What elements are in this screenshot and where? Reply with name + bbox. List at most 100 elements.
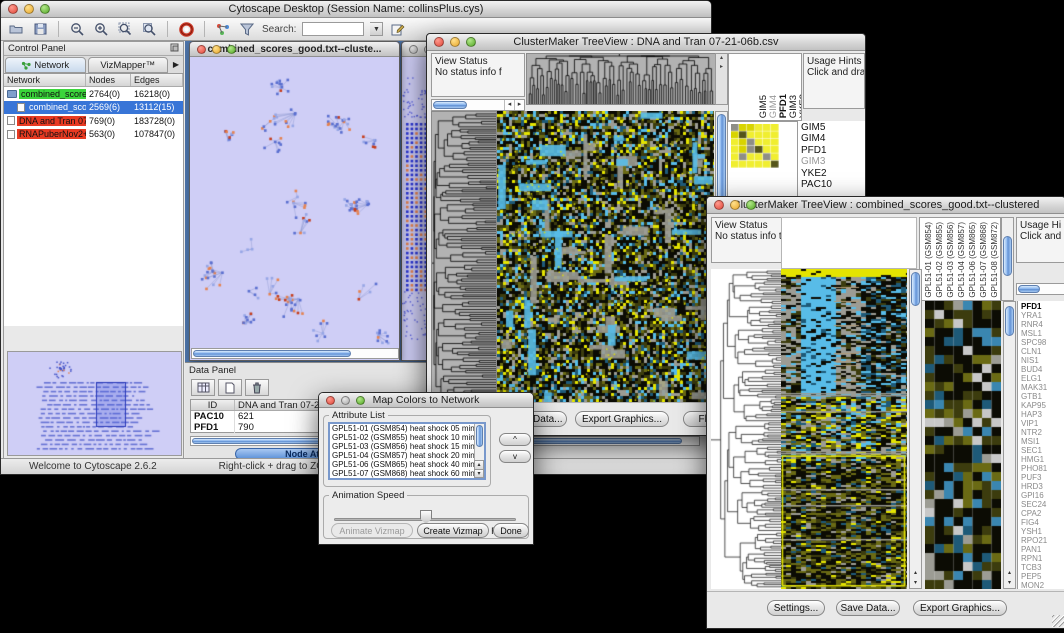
- open-icon[interactable]: [7, 21, 25, 37]
- gene-label[interactable]: PUF3: [1021, 473, 1064, 482]
- gene-label[interactable]: PFD1: [801, 145, 865, 156]
- gene-label[interactable]: YSH1: [1021, 527, 1064, 536]
- create-vizmap-button[interactable]: Create Vizmap: [417, 523, 489, 538]
- search-input[interactable]: [302, 22, 364, 36]
- gene-label[interactable]: RNR4: [1021, 320, 1064, 329]
- network-view-canvas-1[interactable]: [190, 57, 399, 348]
- gene-label[interactable]: RPN1: [1021, 554, 1064, 563]
- minimize-button[interactable]: [730, 200, 740, 210]
- gene-label[interactable]: HMG1: [1021, 455, 1064, 464]
- tv2-hints-hscrollbar[interactable]: [1016, 283, 1064, 295]
- zoom-button[interactable]: [40, 4, 50, 14]
- zoom-button[interactable]: [227, 45, 236, 54]
- tab-vizmapper[interactable]: VizMapper™: [88, 57, 169, 73]
- scroll-left-icon[interactable]: ◂: [504, 100, 514, 110]
- tab-network[interactable]: Network: [5, 57, 86, 73]
- save-data-button[interactable]: Save Data...: [836, 600, 900, 616]
- close-button[interactable]: [434, 37, 444, 47]
- frame1-hscrollbar[interactable]: [191, 348, 399, 359]
- scroll-right-icon[interactable]: ▸: [514, 100, 524, 110]
- network-row[interactable]: combined_sco 2569(6) 13112(15): [4, 101, 183, 115]
- gene-label[interactable]: GIM5: [801, 122, 865, 133]
- settings-button[interactable]: Settings...: [767, 600, 825, 616]
- gene-label[interactable]: PAC10: [801, 179, 865, 190]
- scroll-up-icon[interactable]: ▴: [910, 569, 921, 576]
- gene-label[interactable]: PHO81: [1021, 464, 1064, 473]
- resize-grip[interactable]: [1052, 615, 1064, 627]
- gene-label[interactable]: YKE2: [801, 168, 865, 179]
- attribute-item[interactable]: GPL51-02 (GSM855) heat shock 10 min: [330, 433, 484, 442]
- gene-label[interactable]: RPO21: [1021, 536, 1064, 545]
- tv1-column-dendrogram[interactable]: [526, 53, 716, 105]
- gene-label[interactable]: GPI16: [1021, 491, 1064, 500]
- gene-label[interactable]: TCB3: [1021, 563, 1064, 572]
- network-row[interactable]: RNAPuberNov2+! 563(0) 107847(0): [4, 128, 183, 142]
- slider-thumb[interactable]: [420, 510, 432, 524]
- zoom-fit-icon[interactable]: [116, 21, 134, 37]
- gene-label[interactable]: GIM4: [801, 133, 865, 144]
- zoom-in-icon[interactable]: [92, 21, 110, 37]
- close-button[interactable]: [409, 45, 418, 54]
- scroll-up-icon[interactable]: ▴: [1004, 569, 1015, 576]
- gene-label[interactable]: PEP5: [1021, 572, 1064, 581]
- scroll-down-icon[interactable]: ▾: [474, 469, 484, 478]
- attribute-vscrollbar[interactable]: ▴ ▾: [474, 424, 484, 478]
- tab-overflow-arrow[interactable]: ▶: [169, 56, 183, 73]
- dialog-titlebar[interactable]: Map Colors to Network: [319, 393, 533, 408]
- gene-label[interactable]: FIG4: [1021, 518, 1064, 527]
- export-graphics-button[interactable]: Export Graphics...: [575, 411, 669, 427]
- create-attribute-icon[interactable]: [218, 379, 242, 396]
- close-button[interactable]: [197, 45, 206, 54]
- minimize-button[interactable]: [450, 37, 460, 47]
- gene-label[interactable]: SEC1: [1021, 446, 1064, 455]
- tv2-collabel-vscrollbar[interactable]: [1001, 217, 1014, 301]
- zoom-button[interactable]: [356, 396, 365, 405]
- attribute-item[interactable]: GPL51-04 (GSM857) heat shock 20 min: [330, 451, 484, 460]
- gene-label[interactable]: YRA1: [1021, 311, 1064, 320]
- tv2-heatmap[interactable]: [781, 269, 907, 589]
- gene-label[interactable]: CPA2: [1021, 509, 1064, 518]
- gene-label[interactable]: HRD3: [1021, 482, 1064, 491]
- close-button[interactable]: [8, 4, 18, 14]
- close-button[interactable]: [714, 200, 724, 210]
- scroll-up-icon[interactable]: ▴: [474, 460, 484, 469]
- attribute-item[interactable]: GPL51-07 (GSM868) heat shock 60 min: [330, 469, 484, 478]
- attribute-item[interactable]: GPL51-03 (GSM856) heat shock 15 min: [330, 442, 484, 451]
- network-overview-canvas[interactable]: [7, 351, 182, 456]
- filter-icon[interactable]: [238, 21, 256, 37]
- scroll-down-icon[interactable]: ▾: [910, 579, 921, 586]
- zoom-selected-icon[interactable]: [140, 21, 158, 37]
- minimize-button[interactable]: [24, 4, 34, 14]
- select-attributes-icon[interactable]: [191, 379, 215, 396]
- gene-label[interactable]: SPC98: [1021, 338, 1064, 347]
- move-up-button[interactable]: ^: [499, 433, 531, 446]
- vizmapper-icon[interactable]: [214, 21, 232, 37]
- gene-label[interactable]: GTB1: [1021, 392, 1064, 401]
- zoom-out-icon[interactable]: [68, 21, 86, 37]
- minimize-button[interactable]: [212, 45, 221, 54]
- gene-label[interactable]: MSL1: [1021, 329, 1064, 338]
- done-button[interactable]: Done: [493, 523, 529, 538]
- export-graphics-button[interactable]: Export Graphics...: [913, 600, 1007, 616]
- tv1-titlebar[interactable]: ClusterMaker TreeView : DNA and Tran 07-…: [427, 34, 865, 51]
- gene-label[interactable]: PFD1: [1021, 302, 1064, 311]
- gene-label[interactable]: KAP95: [1021, 401, 1064, 410]
- animate-vizmap-button[interactable]: Animate Vizmap: [331, 523, 413, 538]
- float-panel-icon[interactable]: [170, 43, 179, 55]
- help-lifebuoy-icon[interactable]: [177, 21, 195, 37]
- tv1-row-dendrogram[interactable]: [431, 111, 497, 405]
- tv1-status-hscrollbar[interactable]: ◂ ▸: [431, 99, 525, 111]
- tv2-row-dendrogram[interactable]: [711, 269, 781, 589]
- id-column-header[interactable]: ID: [191, 400, 235, 410]
- frame1-titlebar[interactable]: combined_scores_good.txt--cluste...: [190, 42, 399, 57]
- gene-label[interactable]: HAP3: [1021, 410, 1064, 419]
- tv2-titlebar[interactable]: ClusterMaker TreeView : combined_scores_…: [707, 197, 1064, 214]
- network-row[interactable]: combined_scores 2764(0) 16218(0): [4, 87, 183, 101]
- gene-label[interactable]: MAK31: [1021, 383, 1064, 392]
- gene-label[interactable]: PAN1: [1021, 545, 1064, 554]
- tv2-zoom-vscrollbar[interactable]: ▴ ▾: [1003, 301, 1016, 589]
- annotation-icon[interactable]: [389, 21, 407, 37]
- gene-label[interactable]: CLN1: [1021, 347, 1064, 356]
- gene-label[interactable]: NTR2: [1021, 428, 1064, 437]
- gene-label[interactable]: GIM3: [801, 156, 865, 167]
